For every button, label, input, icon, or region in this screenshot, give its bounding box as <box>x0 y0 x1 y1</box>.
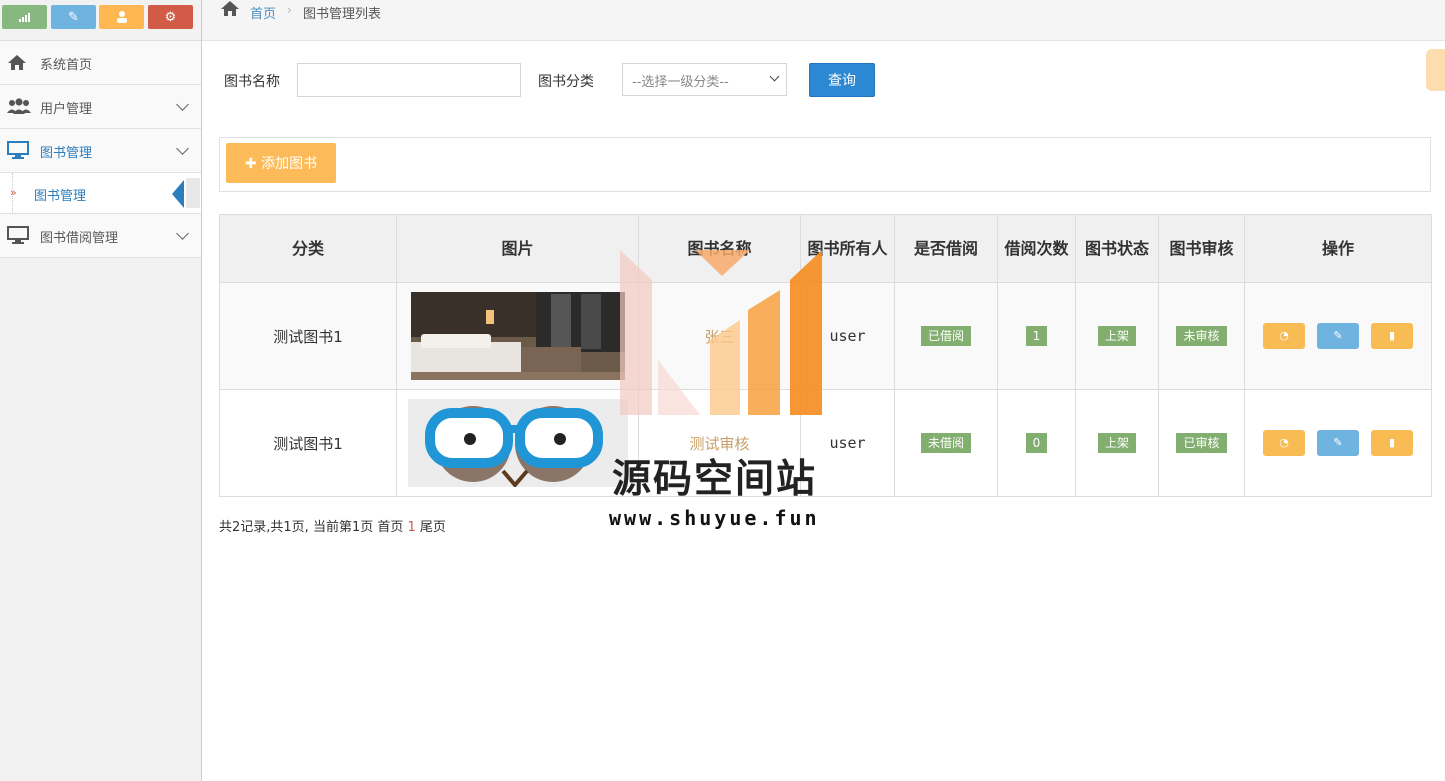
cell-borrowed: 已借阅 <box>894 282 998 390</box>
search-button[interactable]: 查询 <box>809 63 875 97</box>
cell-status: 上架 <box>1075 282 1159 390</box>
book-table: 分类 图片 图书名称 图书所有人 是否借阅 借阅次数 图书状态 图书审核 操作 … <box>219 214 1432 497</box>
breadcrumb: 首页 › 图书管理列表 <box>202 0 1445 41</box>
status-badge: 未审核 <box>1176 326 1227 346</box>
sidebar-item-label: 图书管理 <box>40 146 93 161</box>
desktop-icon <box>7 141 29 161</box>
cell-book-name: 张三 <box>638 282 801 390</box>
edit-icon: ✎ <box>1333 436 1343 449</box>
table-row: 测试图书1 张三 user 已借阅 1 上架 未审核 ◔ ✎ ▮ <box>219 282 1432 390</box>
sidebar-item-label: 用户管理 <box>40 102 93 117</box>
dashboard-icon: ◔ <box>1279 436 1289 449</box>
chevron-down-icon <box>176 98 189 111</box>
table-header-row: 分类 图片 图书名称 图书所有人 是否借阅 借阅次数 图书状态 图书审核 操作 <box>219 214 1432 283</box>
sidebar-subitem-label: 图书管理 <box>34 189 87 204</box>
view-button[interactable]: ◔ <box>1263 323 1305 349</box>
active-caret-icon <box>172 180 184 208</box>
book-name-label: 图书名称 <box>224 74 280 90</box>
column-header: 图书审核 <box>1158 214 1245 283</box>
book-name-input[interactable] <box>297 63 521 97</box>
column-header: 图片 <box>396 214 639 283</box>
dashboard-icon: ◔ <box>1279 329 1289 342</box>
column-header: 是否借阅 <box>894 214 998 283</box>
edit-button[interactable]: ✎ <box>1317 430 1359 456</box>
cell-image <box>396 282 639 390</box>
pagination-current-page[interactable]: 1 <box>407 520 415 535</box>
sidebar-subitem-book-manage[interactable]: » 图书管理 <box>0 173 201 214</box>
signal-icon[interactable] <box>2 5 47 29</box>
column-header: 分类 <box>219 214 397 283</box>
status-badge: 上架 <box>1097 433 1136 453</box>
home-icon[interactable] <box>220 0 240 22</box>
status-badge: 上架 <box>1097 326 1136 346</box>
column-header: 借阅次数 <box>997 214 1076 283</box>
sidebar-item-borrow[interactable]: 图书借阅管理 <box>0 214 201 258</box>
cell-borrow-count: 0 <box>997 389 1076 497</box>
cell-audit: 已审核 <box>1158 389 1245 497</box>
sidebar-item-label: 图书借阅管理 <box>40 231 119 246</box>
shortcut-bar: ✎ ⚙ <box>0 0 201 41</box>
main-content: 首页 › 图书管理列表 图书名称 图书分类 --选择一级分类-- 查询 ✚ 添加… <box>202 0 1445 781</box>
pagination-last[interactable]: 尾页 <box>416 520 446 535</box>
cell-actions: ◔ ✎ ▮ <box>1244 282 1432 390</box>
cell-status: 上架 <box>1075 389 1159 497</box>
cell-owner: user <box>800 282 895 390</box>
delete-button[interactable]: ▮ <box>1371 430 1413 456</box>
status-badge: 已借阅 <box>920 326 971 346</box>
count-badge: 1 <box>1025 326 1048 346</box>
cell-borrow-count: 1 <box>997 282 1076 390</box>
status-badge: 已审核 <box>1176 433 1227 453</box>
book-image-hotel-room <box>410 292 625 380</box>
chevron-down-icon <box>176 227 189 240</box>
delete-button[interactable]: ▮ <box>1371 323 1413 349</box>
count-badge: 0 <box>1025 433 1048 453</box>
sidebar-item-books[interactable]: 图书管理 <box>0 129 201 173</box>
users-icon <box>7 97 31 117</box>
breadcrumb-current: 图书管理列表 <box>303 7 382 22</box>
cogs-icon[interactable]: ⚙ <box>148 5 193 29</box>
column-header: 图书名称 <box>638 214 801 283</box>
edit-icon: ✎ <box>1333 329 1343 342</box>
breadcrumb-home-link[interactable]: 首页 <box>250 3 276 22</box>
column-header: 图书状态 <box>1075 214 1159 283</box>
sidebar-item-label: 系统首页 <box>40 58 93 73</box>
category-label: 图书分类 <box>538 74 594 90</box>
table-row: 测试图书1 测试审核 user 未借阅 0 上架 已审核 ◔ ✎ ▮ <box>219 389 1432 497</box>
chevron-down-icon <box>769 71 780 82</box>
users-icon[interactable] <box>99 5 144 29</box>
category-select-value: --选择一级分类-- <box>632 75 729 90</box>
pagination-summary: 共2记录,共1页, 当前第1页 首页 <box>219 520 408 535</box>
watermark-url: www.shuyue.fun <box>609 506 820 530</box>
add-book-button[interactable]: ✚ 添加图书 <box>226 143 336 183</box>
status-badge: 未借阅 <box>920 433 971 453</box>
edit-button[interactable]: ✎ <box>1317 323 1359 349</box>
settings-gear-icon[interactable] <box>1426 49 1445 91</box>
sidebar-scrollbar[interactable] <box>186 178 200 208</box>
trash-icon: ▮ <box>1388 436 1396 449</box>
double-angle-right-icon: » <box>10 186 17 199</box>
watermark-title: 源码空间站 <box>612 457 818 502</box>
toolbar: ✚ 添加图书 <box>219 137 1431 192</box>
pencil-icon[interactable]: ✎ <box>51 5 96 29</box>
book-image-owl-glasses <box>407 399 628 487</box>
home-icon <box>7 53 29 73</box>
chevron-down-icon <box>176 142 189 155</box>
pagination: 共2记录,共1页, 当前第1页 首页 1 尾页 <box>219 516 446 535</box>
cell-image <box>396 389 639 497</box>
cell-actions: ◔ ✎ ▮ <box>1244 389 1432 497</box>
desktop-icon <box>7 226 29 246</box>
cell-category: 测试图书1 <box>219 389 397 497</box>
column-header: 图书所有人 <box>800 214 895 283</box>
category-select[interactable]: --选择一级分类-- <box>622 63 787 96</box>
column-header: 操作 <box>1244 214 1432 283</box>
breadcrumb-separator-icon: › <box>287 3 292 17</box>
sidebar-item-home[interactable]: 系统首页 <box>0 41 201 85</box>
trash-icon: ▮ <box>1388 329 1396 342</box>
sidebar: ✎ ⚙ 系统首页 用户管理 图书管理 » 图书管理 图书借阅管理 <box>0 0 202 781</box>
sidebar-item-users[interactable]: 用户管理 <box>0 85 201 129</box>
cell-borrowed: 未借阅 <box>894 389 998 497</box>
cell-audit: 未审核 <box>1158 282 1245 390</box>
cell-category: 测试图书1 <box>219 282 397 390</box>
view-button[interactable]: ◔ <box>1263 430 1305 456</box>
